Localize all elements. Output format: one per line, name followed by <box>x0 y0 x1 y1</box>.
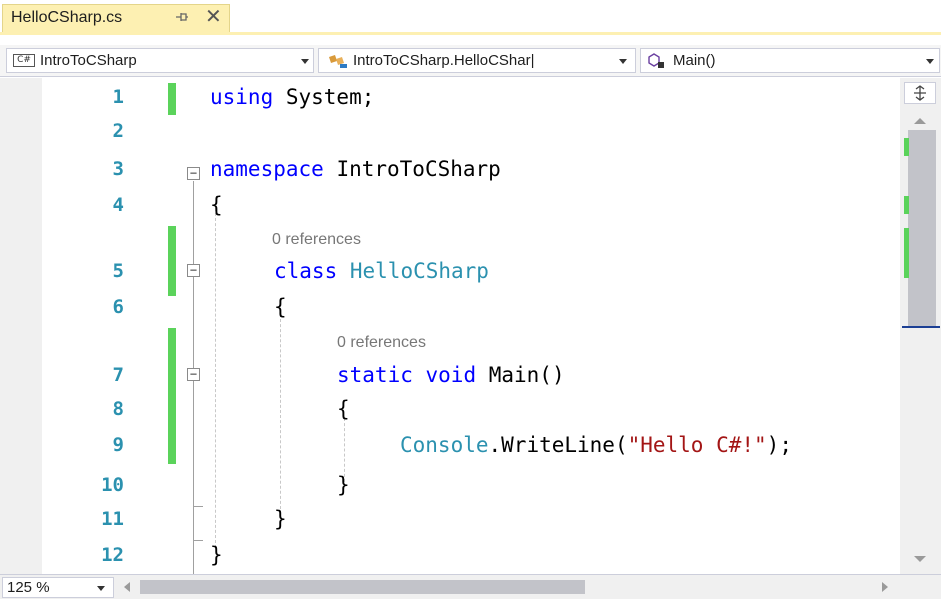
chevron-down-icon <box>619 59 627 64</box>
codelens-references[interactable]: 0 references <box>272 231 361 249</box>
chevron-down-icon <box>926 59 934 64</box>
code-line: 7 static void Main() <box>0 360 900 394</box>
chevron-down-icon <box>97 586 105 591</box>
code-line: 1 using System; <box>0 82 900 116</box>
code-line: 2 <box>0 116 900 150</box>
code-line: 11 } <box>0 504 900 538</box>
document-tab[interactable]: HelloCSharp.cs ✕ <box>2 4 230 32</box>
codelens-references[interactable]: 0 references <box>337 334 426 352</box>
scroll-left-icon[interactable] <box>124 582 130 592</box>
member-dropdown-label: Main() <box>673 52 716 69</box>
caret-position-marker <box>902 326 940 328</box>
line-number: 4 <box>112 194 124 216</box>
class-dropdown[interactable]: IntroToCSharp.HelloCShar| <box>318 48 636 73</box>
line-number: 9 <box>112 434 124 456</box>
tab-title: HelloCSharp.cs <box>11 9 123 26</box>
csharp-project-icon: C# <box>13 54 35 67</box>
code-text: namespace IntroToCSharp <box>210 157 501 181</box>
pin-icon[interactable] <box>173 8 191 26</box>
document-tab-strip: HelloCSharp.cs ✕ <box>0 0 941 35</box>
member-dropdown[interactable]: Main() <box>640 48 940 73</box>
code-text: Console.WriteLine("Hello C#!"); <box>400 433 792 457</box>
scroll-up-icon[interactable] <box>914 118 926 124</box>
scroll-right-icon[interactable] <box>882 582 888 592</box>
code-text: } <box>337 473 350 497</box>
code-editor[interactable]: − − − 1 using System; 2 3 namespace Intr… <box>0 78 900 574</box>
code-text: using System; <box>210 85 375 109</box>
method-icon <box>647 52 669 75</box>
close-icon[interactable]: ✕ <box>205 5 222 29</box>
code-line: 8 { <box>0 394 900 428</box>
code-line: 12 } <box>0 540 900 574</box>
code-text: static void Main() <box>337 363 565 387</box>
change-map-marker <box>904 196 909 214</box>
line-number: 7 <box>112 364 124 386</box>
zoom-dropdown[interactable]: 125 % <box>2 577 114 598</box>
code-text: { <box>274 295 287 319</box>
tab-accent-line <box>0 32 941 35</box>
code-line: 9 Console.WriteLine("Hello C#!"); <box>0 430 900 464</box>
line-number: 12 <box>101 544 124 566</box>
project-dropdown-label: IntroToCSharp <box>40 52 137 69</box>
line-number: 11 <box>101 508 124 530</box>
code-line: 4 { <box>0 190 900 224</box>
scroll-thumb[interactable] <box>908 130 936 328</box>
code-text: { <box>337 397 350 421</box>
chevron-down-icon <box>301 59 309 64</box>
project-dropdown[interactable]: C# IntroToCSharp <box>6 48 314 73</box>
line-number: 8 <box>112 398 124 420</box>
split-window-button[interactable] <box>904 82 936 104</box>
line-number: 3 <box>112 158 124 180</box>
code-text: } <box>210 543 223 567</box>
editor-bottom-bar: 125 % <box>0 574 941 599</box>
change-map-marker <box>904 228 909 278</box>
change-map-marker <box>904 138 909 156</box>
line-number: 5 <box>112 260 124 282</box>
horizontal-scroll-thumb[interactable] <box>140 580 585 594</box>
code-line: 6 { <box>0 292 900 326</box>
code-line: 3 namespace IntroToCSharp <box>0 154 900 188</box>
navigation-bar: C# IntroToCSharp IntroToCSharp.HelloCSha… <box>0 45 941 77</box>
code-text: { <box>210 193 223 217</box>
line-number: 2 <box>112 120 124 142</box>
zoom-level: 125 % <box>7 579 50 596</box>
line-number: 6 <box>112 296 124 318</box>
code-line: 10 } <box>0 470 900 504</box>
code-line: 5 class HelloCSharp <box>0 256 900 290</box>
vertical-scrollbar[interactable] <box>900 78 941 574</box>
class-icon <box>327 53 349 74</box>
class-dropdown-label: IntroToCSharp.HelloCShar| <box>353 52 535 69</box>
line-number: 10 <box>101 474 124 496</box>
line-number: 1 <box>112 86 124 108</box>
code-text: } <box>274 507 287 531</box>
code-text: class HelloCSharp <box>274 259 489 283</box>
scroll-down-icon[interactable] <box>914 556 926 562</box>
